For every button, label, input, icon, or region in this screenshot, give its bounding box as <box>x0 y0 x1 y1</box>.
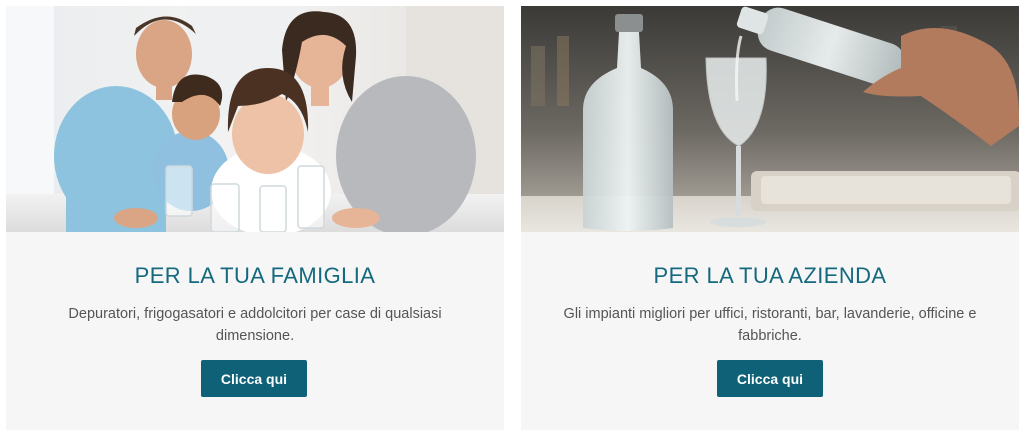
family-photo-illustration <box>6 6 504 232</box>
card-description: Gli impianti migliori per uffici, ristor… <box>563 306 977 344</box>
bottle-pouring-illustration <box>521 6 1019 232</box>
family-card: PER LA TUA FAMIGLIA Depuratori, frigogas… <box>6 6 504 430</box>
card-description: Depuratori, frigogasatori e addolcitori … <box>68 306 442 344</box>
family-cta-button[interactable]: Clicca qui <box>201 360 307 397</box>
business-card: PER LA TUA AZIENDA Gli impianti migliori… <box>521 6 1019 430</box>
business-cta-button[interactable]: Clicca qui <box>717 360 823 397</box>
card-title: PER LA TUA FAMIGLIA <box>134 263 376 288</box>
card-title: PER LA TUA AZIENDA <box>653 263 887 288</box>
business-photo <box>521 6 1019 232</box>
family-photo <box>6 6 504 232</box>
